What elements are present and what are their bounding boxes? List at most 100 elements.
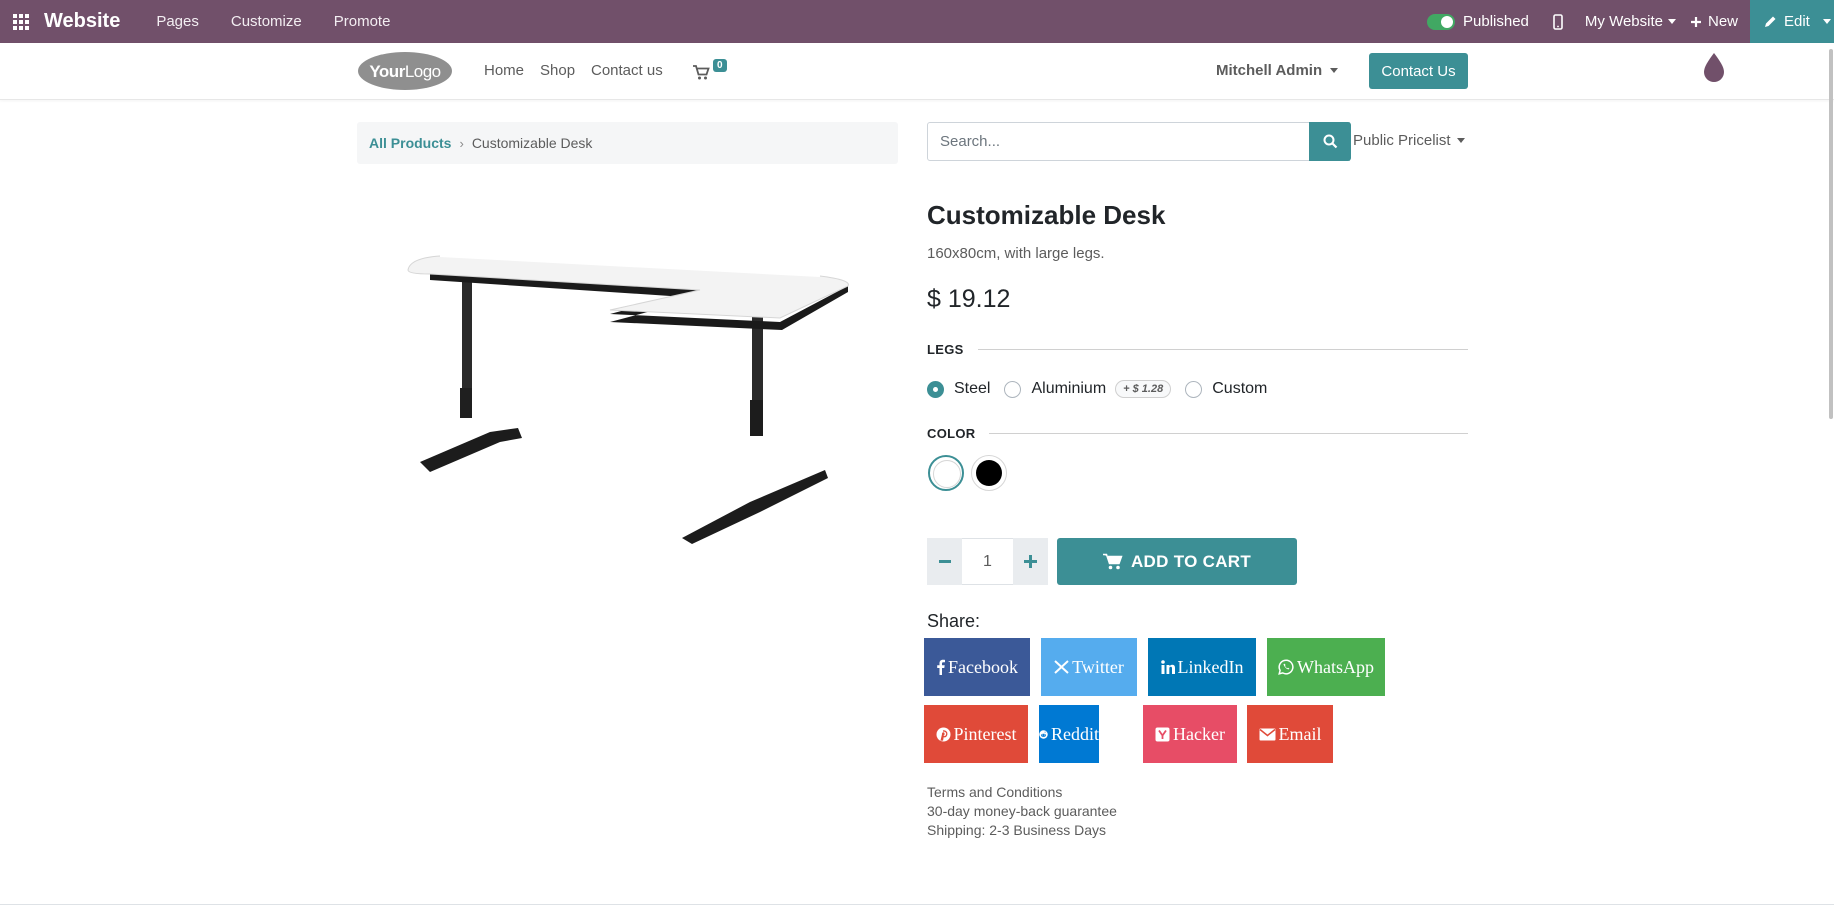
pricelist-selector[interactable]: Public Pricelist (1353, 132, 1465, 149)
linkedin-icon (1160, 660, 1175, 674)
pinterest-icon (936, 727, 950, 741)
radio-steel[interactable] (927, 380, 944, 398)
terms-and-conditions-link[interactable]: Terms and Conditions (927, 784, 1062, 800)
legs-option-label: Steel (954, 380, 991, 397)
pricelist-label: Public Pricelist (1353, 132, 1451, 149)
breadcrumb-all-products[interactable]: All Products (369, 135, 451, 151)
share-email-button[interactable]: Email (1247, 705, 1333, 763)
divider (989, 433, 1468, 434)
admin-bar-right: Published My Website New Edit (1427, 0, 1834, 43)
new-button[interactable]: New (1690, 13, 1738, 30)
shipping-text: Shipping: 2-3 Business Days (927, 822, 1106, 838)
share-linkedin-button[interactable]: LinkedIn (1148, 638, 1256, 696)
app-brand[interactable]: Website (44, 10, 120, 33)
share-facebook-button[interactable]: Facebook (924, 638, 1030, 696)
nav-contact-us[interactable]: Contact us (591, 62, 663, 79)
color-swatch-black[interactable] (971, 455, 1007, 491)
share-label: Share: (927, 611, 981, 631)
radio-custom[interactable] (1185, 380, 1203, 398)
reddit-icon (1039, 729, 1048, 739)
published-toggle[interactable] (1427, 13, 1456, 30)
chevron-down-icon (1667, 19, 1676, 24)
chevron-down-icon (1330, 68, 1339, 73)
breadcrumb-current: Customizable Desk (471, 135, 593, 151)
website-selector-label: My Website (1584, 13, 1663, 30)
attribute-legs-label: LEGS (927, 342, 964, 357)
attribute-color-label: COLOR (927, 426, 976, 441)
apps-menu-icon[interactable] (0, 0, 42, 43)
user-menu[interactable]: Mitchell Admin (1216, 62, 1339, 79)
share-twitter-button[interactable]: Twitter (1041, 638, 1137, 696)
svg-text:YourLogo: YourLogo (369, 62, 440, 81)
site-logo[interactable]: YourLogo (357, 51, 453, 91)
theme-drop-icon[interactable] (1702, 51, 1726, 88)
quantity-increase-button[interactable] (1013, 538, 1048, 585)
envelope-icon (1259, 728, 1275, 740)
share-hacker-label: Hacker (1173, 723, 1225, 744)
cart-count-badge: 0 (713, 59, 727, 72)
facebook-icon (937, 659, 945, 675)
pencil-icon (1765, 16, 1776, 27)
menu-pages[interactable]: Pages (156, 13, 199, 30)
share-pinterest-label: Pinterest (953, 723, 1017, 744)
share-facebook-label: Facebook (948, 656, 1018, 677)
scrollbar-thumb[interactable] (1829, 49, 1833, 419)
menu-customize[interactable]: Customize (231, 13, 302, 30)
product-image[interactable] (400, 240, 860, 550)
legs-option-custom[interactable]: Custom (1185, 380, 1267, 398)
share-email-label: Email (1278, 723, 1322, 744)
share-linkedin-label: LinkedIn (1177, 656, 1244, 677)
hacker-news-icon (1155, 727, 1170, 741)
attribute-legs-heading: LEGS (927, 342, 1468, 357)
edit-button[interactable]: Edit (1750, 0, 1834, 43)
add-to-cart-button[interactable]: ADD TO CART (1057, 538, 1297, 585)
share-twitter-label: Twitter (1072, 656, 1124, 677)
color-swatch-white[interactable] (928, 455, 964, 491)
share-whatsapp-button[interactable]: WhatsApp (1267, 638, 1385, 696)
product-description: 160x80cm, with large legs. (927, 245, 1105, 262)
product-price: $ 19.12 (927, 285, 1011, 313)
radio-aluminium[interactable] (1004, 380, 1022, 398)
footer-divider (0, 904, 1834, 905)
mobile-preview-icon[interactable] (1553, 13, 1563, 30)
attribute-color-heading: COLOR (927, 426, 1468, 441)
chevron-down-icon (1456, 138, 1465, 143)
website-selector[interactable]: My Website (1585, 13, 1676, 30)
add-to-cart-label: ADD TO CART (1130, 551, 1252, 571)
shopping-cart-icon (693, 65, 710, 80)
nav-home[interactable]: Home (484, 62, 524, 79)
price-extra-badge: + $ 1.28 (1115, 380, 1172, 398)
edit-label: Edit (1784, 13, 1810, 30)
product-name: Customizable Desk (927, 200, 1166, 230)
user-name: Mitchell Admin (1216, 62, 1323, 79)
share-reddit-label: Reddit (1051, 723, 1099, 744)
plus-icon (1024, 555, 1037, 568)
menu-promote[interactable]: Promote (334, 13, 391, 30)
published-label[interactable]: Published (1463, 13, 1529, 30)
share-hacker-news-button[interactable]: Hacker (1143, 705, 1237, 763)
share-reddit-button[interactable]: Reddit (1039, 705, 1099, 763)
minus-icon (938, 560, 951, 563)
shopping-cart-icon (1102, 553, 1123, 570)
cart-link[interactable]: 0 (693, 57, 733, 83)
x-twitter-icon (1054, 660, 1069, 674)
chevron-down-icon (1823, 19, 1831, 24)
breadcrumb: All Products › Customizable Desk (357, 122, 898, 164)
search-input[interactable]: Search... (927, 122, 1350, 161)
quantity-decrease-button[interactable] (927, 538, 962, 585)
plus-icon (1690, 16, 1701, 27)
quantity-input[interactable]: 1 (962, 538, 1013, 585)
page-scrollbar[interactable] (1828, 43, 1834, 923)
quantity-stepper: 1 (927, 538, 1048, 585)
share-pinterest-button[interactable]: Pinterest (924, 705, 1028, 763)
legs-option-label: Custom (1212, 380, 1268, 397)
share-whatsapp-label: WhatsApp (1297, 656, 1374, 677)
edit-dropdown-toggle[interactable] (1820, 0, 1834, 43)
nav-shop[interactable]: Shop (540, 62, 575, 79)
legs-option-steel[interactable]: Steel (927, 380, 990, 398)
contact-us-button[interactable]: Contact Us (1369, 53, 1468, 89)
search-button[interactable] (1309, 122, 1351, 161)
divider (977, 349, 1468, 350)
legs-option-aluminium[interactable]: Aluminium + $ 1.28 (1004, 380, 1172, 398)
breadcrumb-separator: › (459, 135, 464, 151)
